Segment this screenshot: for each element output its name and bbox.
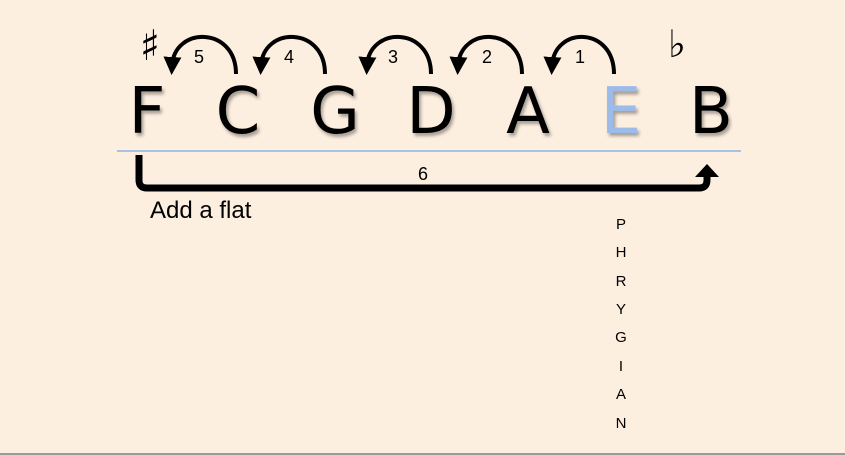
step-numbers: 5 4 3 2 1 bbox=[194, 47, 585, 67]
note-e: E bbox=[601, 75, 641, 149]
step-label-5: 5 bbox=[194, 47, 204, 67]
step-label-3: 3 bbox=[388, 47, 398, 67]
vertical-mode-name: P H R Y G I A N bbox=[615, 216, 627, 432]
step-label-4: 4 bbox=[284, 47, 294, 67]
mode-letter: Y bbox=[616, 301, 626, 318]
note-d: D bbox=[406, 75, 455, 149]
step-label-2: 2 bbox=[482, 47, 492, 67]
long-arrow-head bbox=[695, 164, 719, 177]
flat-icon: ♭ bbox=[668, 22, 686, 66]
note-a: A bbox=[506, 75, 550, 149]
note-b: B bbox=[689, 75, 733, 149]
circle-of-fifths-modes-diagram: F C G D A E B ♯ ♭ 5 4 3 2 1 6 Add a flat… bbox=[117, 21, 741, 432]
mode-letter: I bbox=[619, 358, 623, 375]
note-c: C bbox=[216, 75, 261, 149]
mode-letter: R bbox=[616, 273, 627, 290]
mode-letter: H bbox=[616, 244, 627, 261]
note-letters: F C G D A E B bbox=[129, 75, 733, 149]
add-flat-caption: Add a flat bbox=[150, 197, 252, 224]
mode-letter: G bbox=[615, 329, 627, 346]
note-f: F bbox=[129, 75, 166, 149]
step-label-1: 1 bbox=[575, 47, 585, 67]
mode-letter: P bbox=[616, 216, 626, 233]
mode-letter: N bbox=[616, 415, 627, 432]
note-g: G bbox=[310, 75, 360, 149]
mode-letter: A bbox=[616, 386, 626, 403]
long-arrow-label: 6 bbox=[418, 164, 428, 184]
arrow-step-3 bbox=[358, 34, 433, 75]
sharp-icon: ♯ bbox=[140, 21, 160, 70]
